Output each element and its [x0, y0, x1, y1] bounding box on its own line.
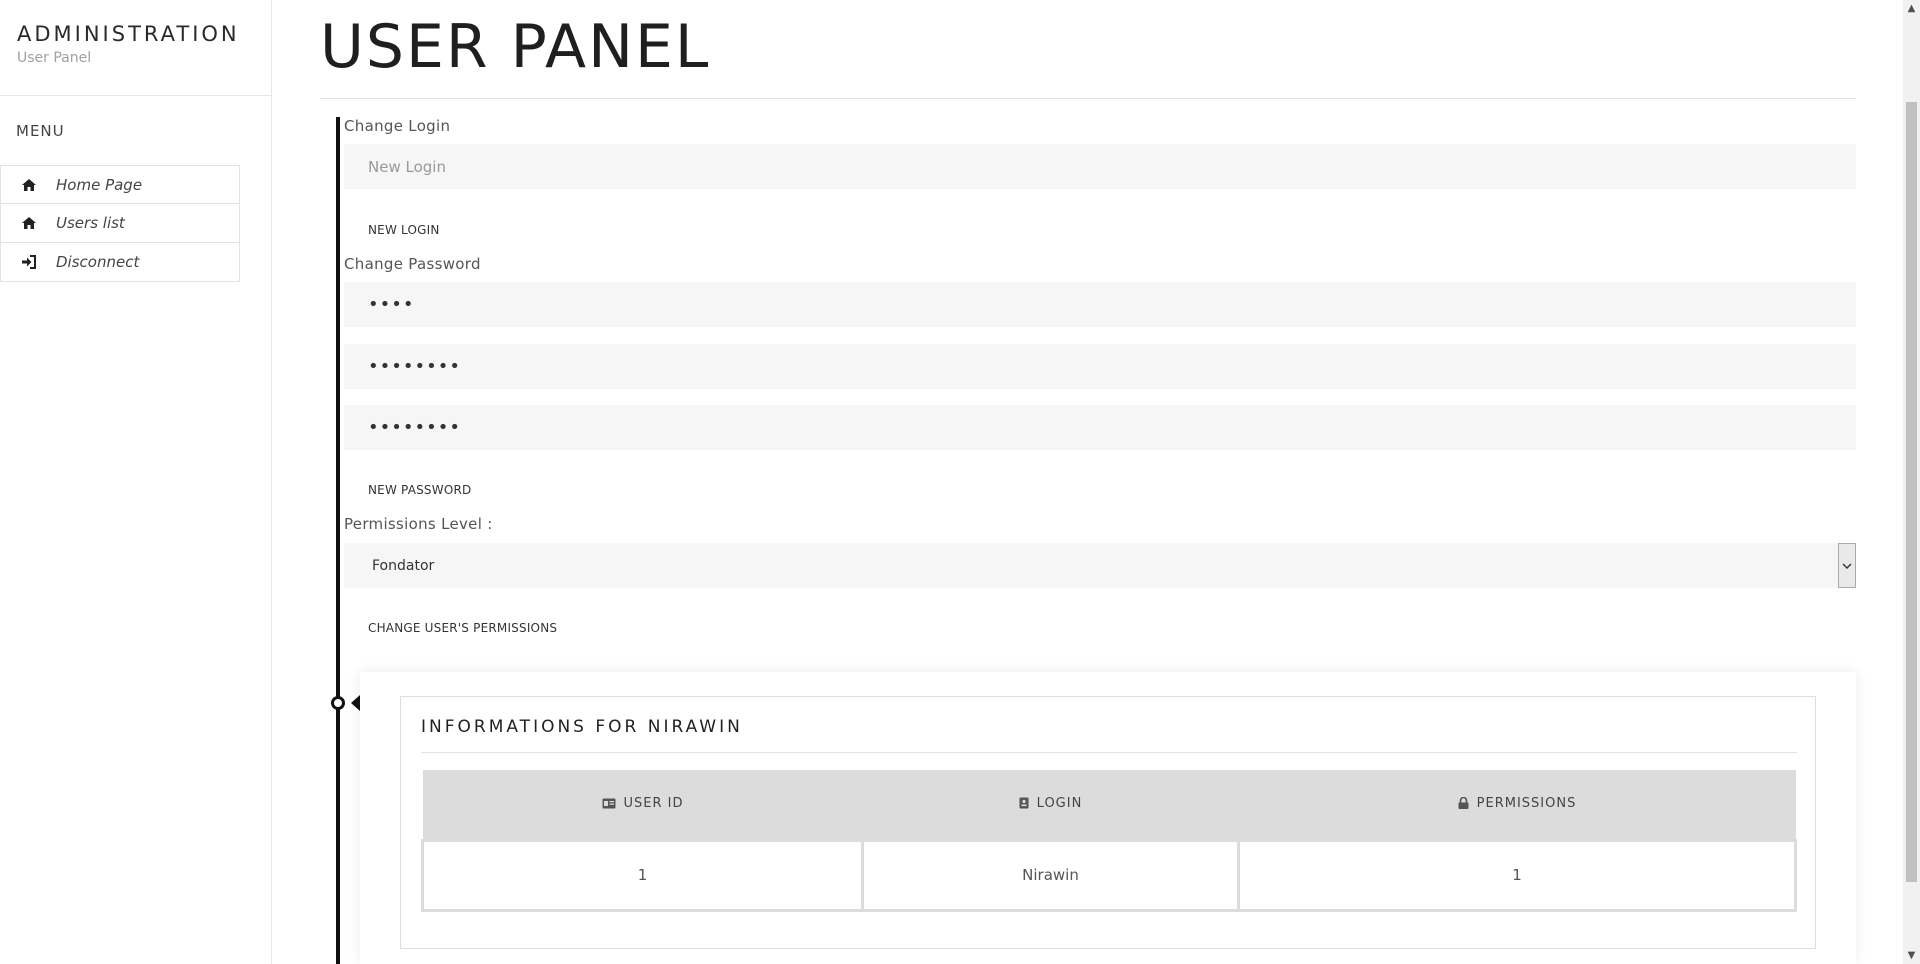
current-password-field[interactable]: ••••: [344, 282, 1856, 327]
new-login-input[interactable]: [344, 144, 1856, 189]
home-icon: [19, 177, 39, 193]
brand: ADMINISTRATION User Panel: [0, 0, 271, 96]
chevron-down-icon[interactable]: [1838, 543, 1856, 588]
brand-subtitle: User Panel: [17, 50, 92, 66]
table-row: 1 Nirawin 1: [421, 838, 1797, 912]
vertical-scrollbar[interactable]: ▲ ▼: [1903, 0, 1920, 964]
sidebar-item-home-page[interactable]: Home Page: [0, 165, 240, 204]
column-header-label: LOGIN: [1036, 795, 1083, 811]
divider: [421, 752, 1797, 753]
column-header-user-id: USER ID: [422, 770, 863, 840]
sidebar-item-label: Users list: [56, 214, 125, 232]
permissions-select[interactable]: Fondator: [344, 543, 1856, 588]
sidebar: ADMINISTRATION User Panel MENU Home Page…: [0, 0, 272, 964]
permissions-help: CHANGE USER'S PERMISSIONS: [368, 621, 558, 635]
user-info-panel: INFORMATIONS FOR NIRAWIN USER ID LOGIN P…: [400, 696, 1816, 949]
user-id-cell: 1: [421, 838, 864, 912]
timeline-arrow-icon: [351, 695, 360, 711]
sign-in-icon: [19, 254, 39, 270]
timeline-line: [336, 117, 340, 964]
column-header-label: USER ID: [623, 795, 684, 811]
permissions-cell: 1: [1237, 838, 1797, 912]
id-card-icon: [602, 798, 615, 809]
menu-heading: MENU: [16, 122, 65, 140]
badge-icon: [1019, 797, 1029, 809]
column-header-permissions: PERMISSIONS: [1238, 770, 1796, 840]
sidebar-item-disconnect[interactable]: Disconnect: [0, 243, 240, 282]
user-info-card: INFORMATIONS FOR NIRAWIN USER ID LOGIN P…: [360, 672, 1856, 964]
sidebar-item-users-list[interactable]: Users list: [0, 204, 240, 243]
new-password-field[interactable]: ••••••••: [344, 344, 1856, 389]
new-password-help: NEW PASSWORD: [368, 483, 472, 497]
permissions-select-value: Fondator: [372, 557, 435, 574]
login-cell: Nirawin: [861, 838, 1240, 912]
column-header-login: LOGIN: [862, 770, 1239, 840]
table-header-row: USER ID LOGIN PERMISSIONS: [422, 770, 1796, 840]
column-header-label: PERMISSIONS: [1476, 795, 1577, 811]
new-login-help: NEW LOGIN: [368, 223, 440, 237]
main-content: USER PANEL Change Login NEW LOGIN Change…: [320, 0, 1856, 964]
sidebar-item-label: Disconnect: [56, 253, 140, 271]
lock-icon: [1458, 797, 1469, 809]
permissions-level-label: Permissions Level :: [344, 515, 493, 533]
home-icon: [19, 215, 39, 231]
scrollbar-thumb[interactable]: [1906, 102, 1917, 882]
brand-title: ADMINISTRATION: [17, 22, 240, 46]
sidebar-item-label: Home Page: [56, 175, 143, 194]
scroll-down-arrow-icon[interactable]: ▼: [1903, 947, 1920, 964]
sidebar-menu: Home Page Users list Disconnect: [0, 165, 240, 282]
scroll-up-arrow-icon[interactable]: ▲: [1903, 0, 1920, 17]
divider: [320, 98, 1856, 99]
page-title: USER PANEL: [320, 12, 711, 82]
confirm-password-field[interactable]: ••••••••: [344, 405, 1856, 450]
card-title: INFORMATIONS FOR NIRAWIN: [421, 717, 743, 737]
change-login-label: Change Login: [344, 117, 451, 135]
change-password-label: Change Password: [344, 255, 481, 273]
user-info-table: USER ID LOGIN PERMISSIONS 1 Nirawin 1: [421, 770, 1797, 912]
timeline-dot: [331, 696, 345, 710]
